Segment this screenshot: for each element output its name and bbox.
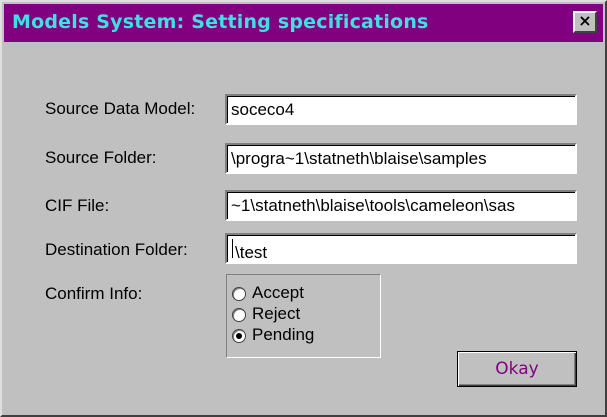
radio-label-accept: Accept <box>252 283 304 302</box>
destination-folder-input[interactable]: \test <box>225 233 577 264</box>
close-icon: × <box>578 11 592 30</box>
okay-button-label: Okay <box>495 359 539 379</box>
source-folder-label: Source Folder: <box>45 148 157 167</box>
destination-folder-value: \test <box>235 243 268 260</box>
title-bar: Models System: Setting specifications × <box>4 4 603 42</box>
source-folder-value: \progra~1\statneth\blaise\samples <box>231 149 487 168</box>
window-title: Models System: Setting specifications <box>12 11 429 33</box>
cif-file-input[interactable]: ~1\statneth\blaise\tools\cameleon\sas <box>225 190 577 221</box>
destination-folder-label: Destination Folder: <box>45 240 188 259</box>
source-folder-input[interactable]: \progra~1\statneth\blaise\samples <box>225 143 577 174</box>
radio-label-pending: Pending <box>252 325 315 344</box>
confirm-info-radio-group: Accept Reject Pending <box>226 274 381 358</box>
radio-button-accept[interactable] <box>232 287 246 301</box>
close-button[interactable]: × <box>573 11 597 33</box>
radio-button-reject[interactable] <box>232 308 246 322</box>
radio-button-pending[interactable] <box>232 329 246 343</box>
cif-file-value: ~1\statneth\blaise\tools\cameleon\sas <box>231 196 515 215</box>
destination-folder-text: \test <box>231 239 573 260</box>
okay-button[interactable]: Okay <box>457 351 577 387</box>
source-data-model-label: Source Data Model: <box>45 99 196 118</box>
text-caret <box>232 239 233 258</box>
source-data-model-value: soceco4 <box>231 100 295 119</box>
confirm-info-label: Confirm Info: <box>45 284 143 303</box>
settings-dialog: Models System: Setting specifications × … <box>0 0 607 417</box>
source-data-model-input[interactable]: soceco4 <box>225 94 577 125</box>
cif-file-label: CIF File: <box>45 196 110 215</box>
radio-label-reject: Reject <box>252 304 301 323</box>
